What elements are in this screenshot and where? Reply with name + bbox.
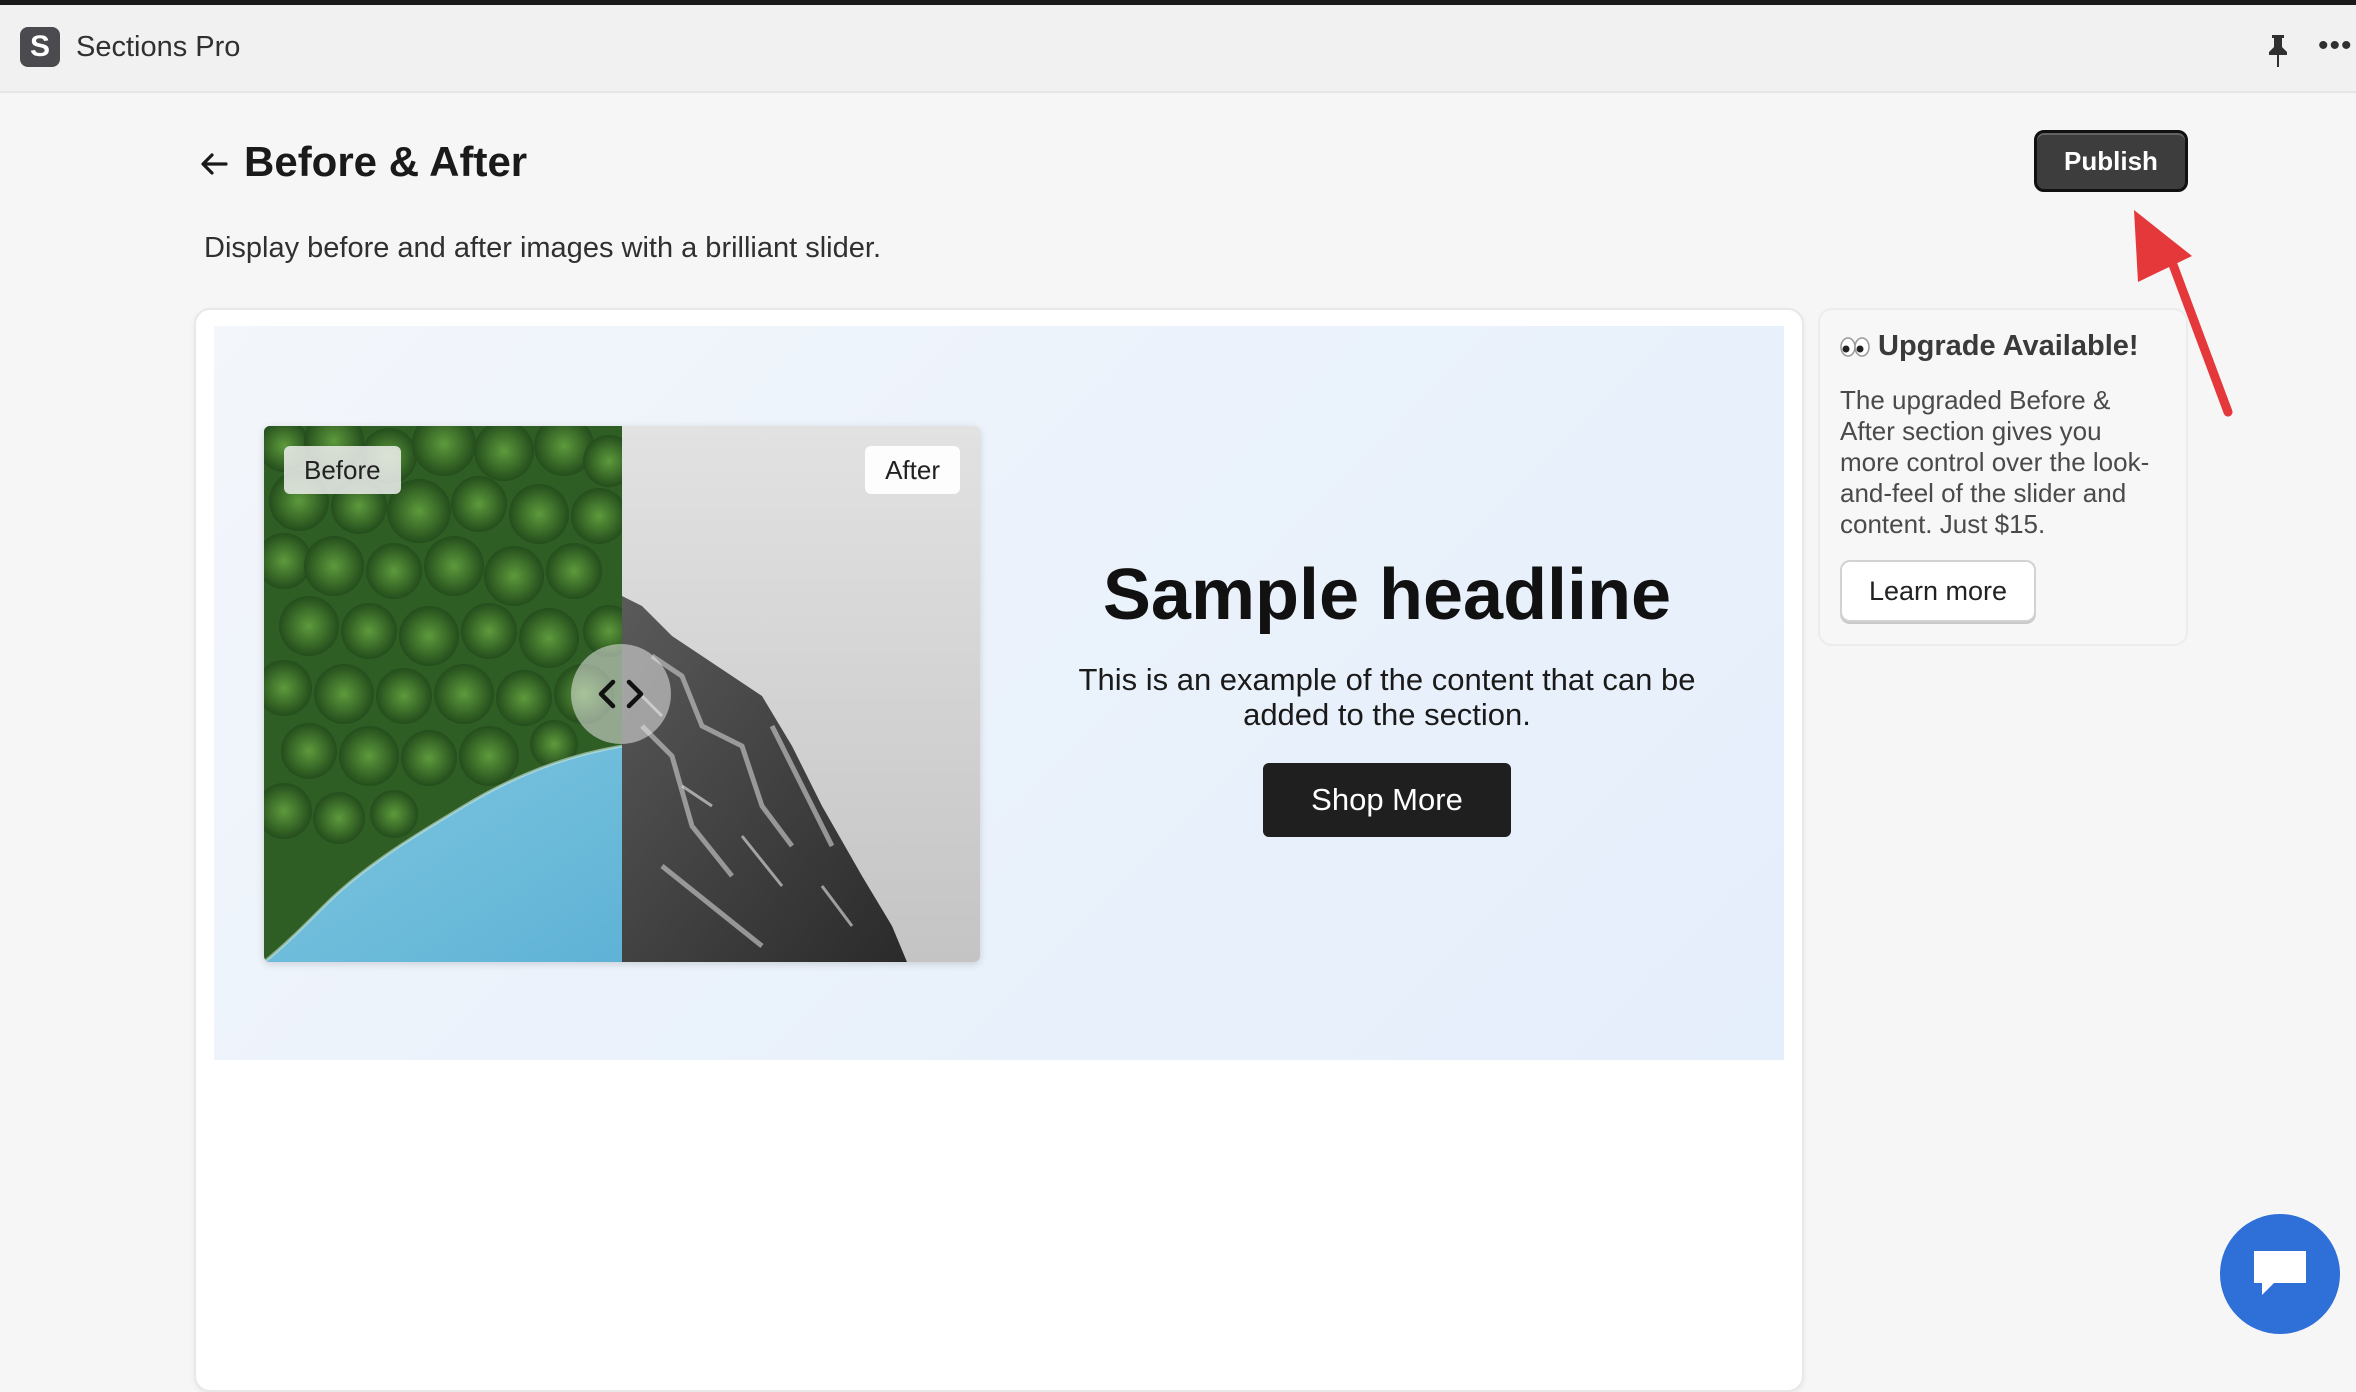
page-subtitle: Display before and after images with a b… [204, 232, 881, 264]
preview-content: Sample headline This is an example of th… [1014, 555, 1760, 837]
after-image [622, 426, 980, 962]
app-title: Sections Pro [76, 31, 241, 63]
upgrade-title-row: Upgrade Available! [1840, 330, 2166, 363]
pin-icon[interactable] [2265, 33, 2291, 69]
section-preview-card: Before After Sample headline This is an … [194, 308, 1804, 1392]
code-arrows-icon [598, 679, 644, 709]
shop-more-button[interactable]: Shop More [1263, 762, 1511, 837]
back-arrow-icon[interactable] [198, 148, 230, 180]
slider-handle[interactable] [571, 644, 671, 744]
upgrade-card: Upgrade Available! The upgraded Before &… [1818, 308, 2188, 646]
publish-button[interactable]: Publish [2034, 130, 2188, 192]
chat-icon [2254, 1251, 2306, 1295]
before-after-slider[interactable]: Before After [264, 426, 980, 962]
upgrade-description: The upgraded Before & After section give… [1840, 385, 2150, 539]
more-options-icon[interactable]: ••• [2318, 31, 2352, 65]
after-label: After [865, 446, 960, 494]
page-title: Before & After [244, 138, 528, 185]
sample-headline: Sample headline [1102, 555, 1672, 635]
preview-area: Before After Sample headline This is an … [214, 326, 1784, 1060]
sample-body-text: This is an example of the content that c… [1078, 662, 1696, 732]
app-header-bar: S Sections Pro ••• [0, 5, 2356, 93]
eyes-emoji-icon [1840, 336, 1870, 357]
app-logo: S [20, 27, 60, 67]
upgrade-title: Upgrade Available! [1878, 330, 2139, 362]
before-label: Before [284, 446, 401, 494]
chat-launcher-button[interactable] [2220, 1214, 2340, 1334]
learn-more-button[interactable]: Learn more [1840, 560, 2036, 622]
before-image [264, 426, 622, 962]
